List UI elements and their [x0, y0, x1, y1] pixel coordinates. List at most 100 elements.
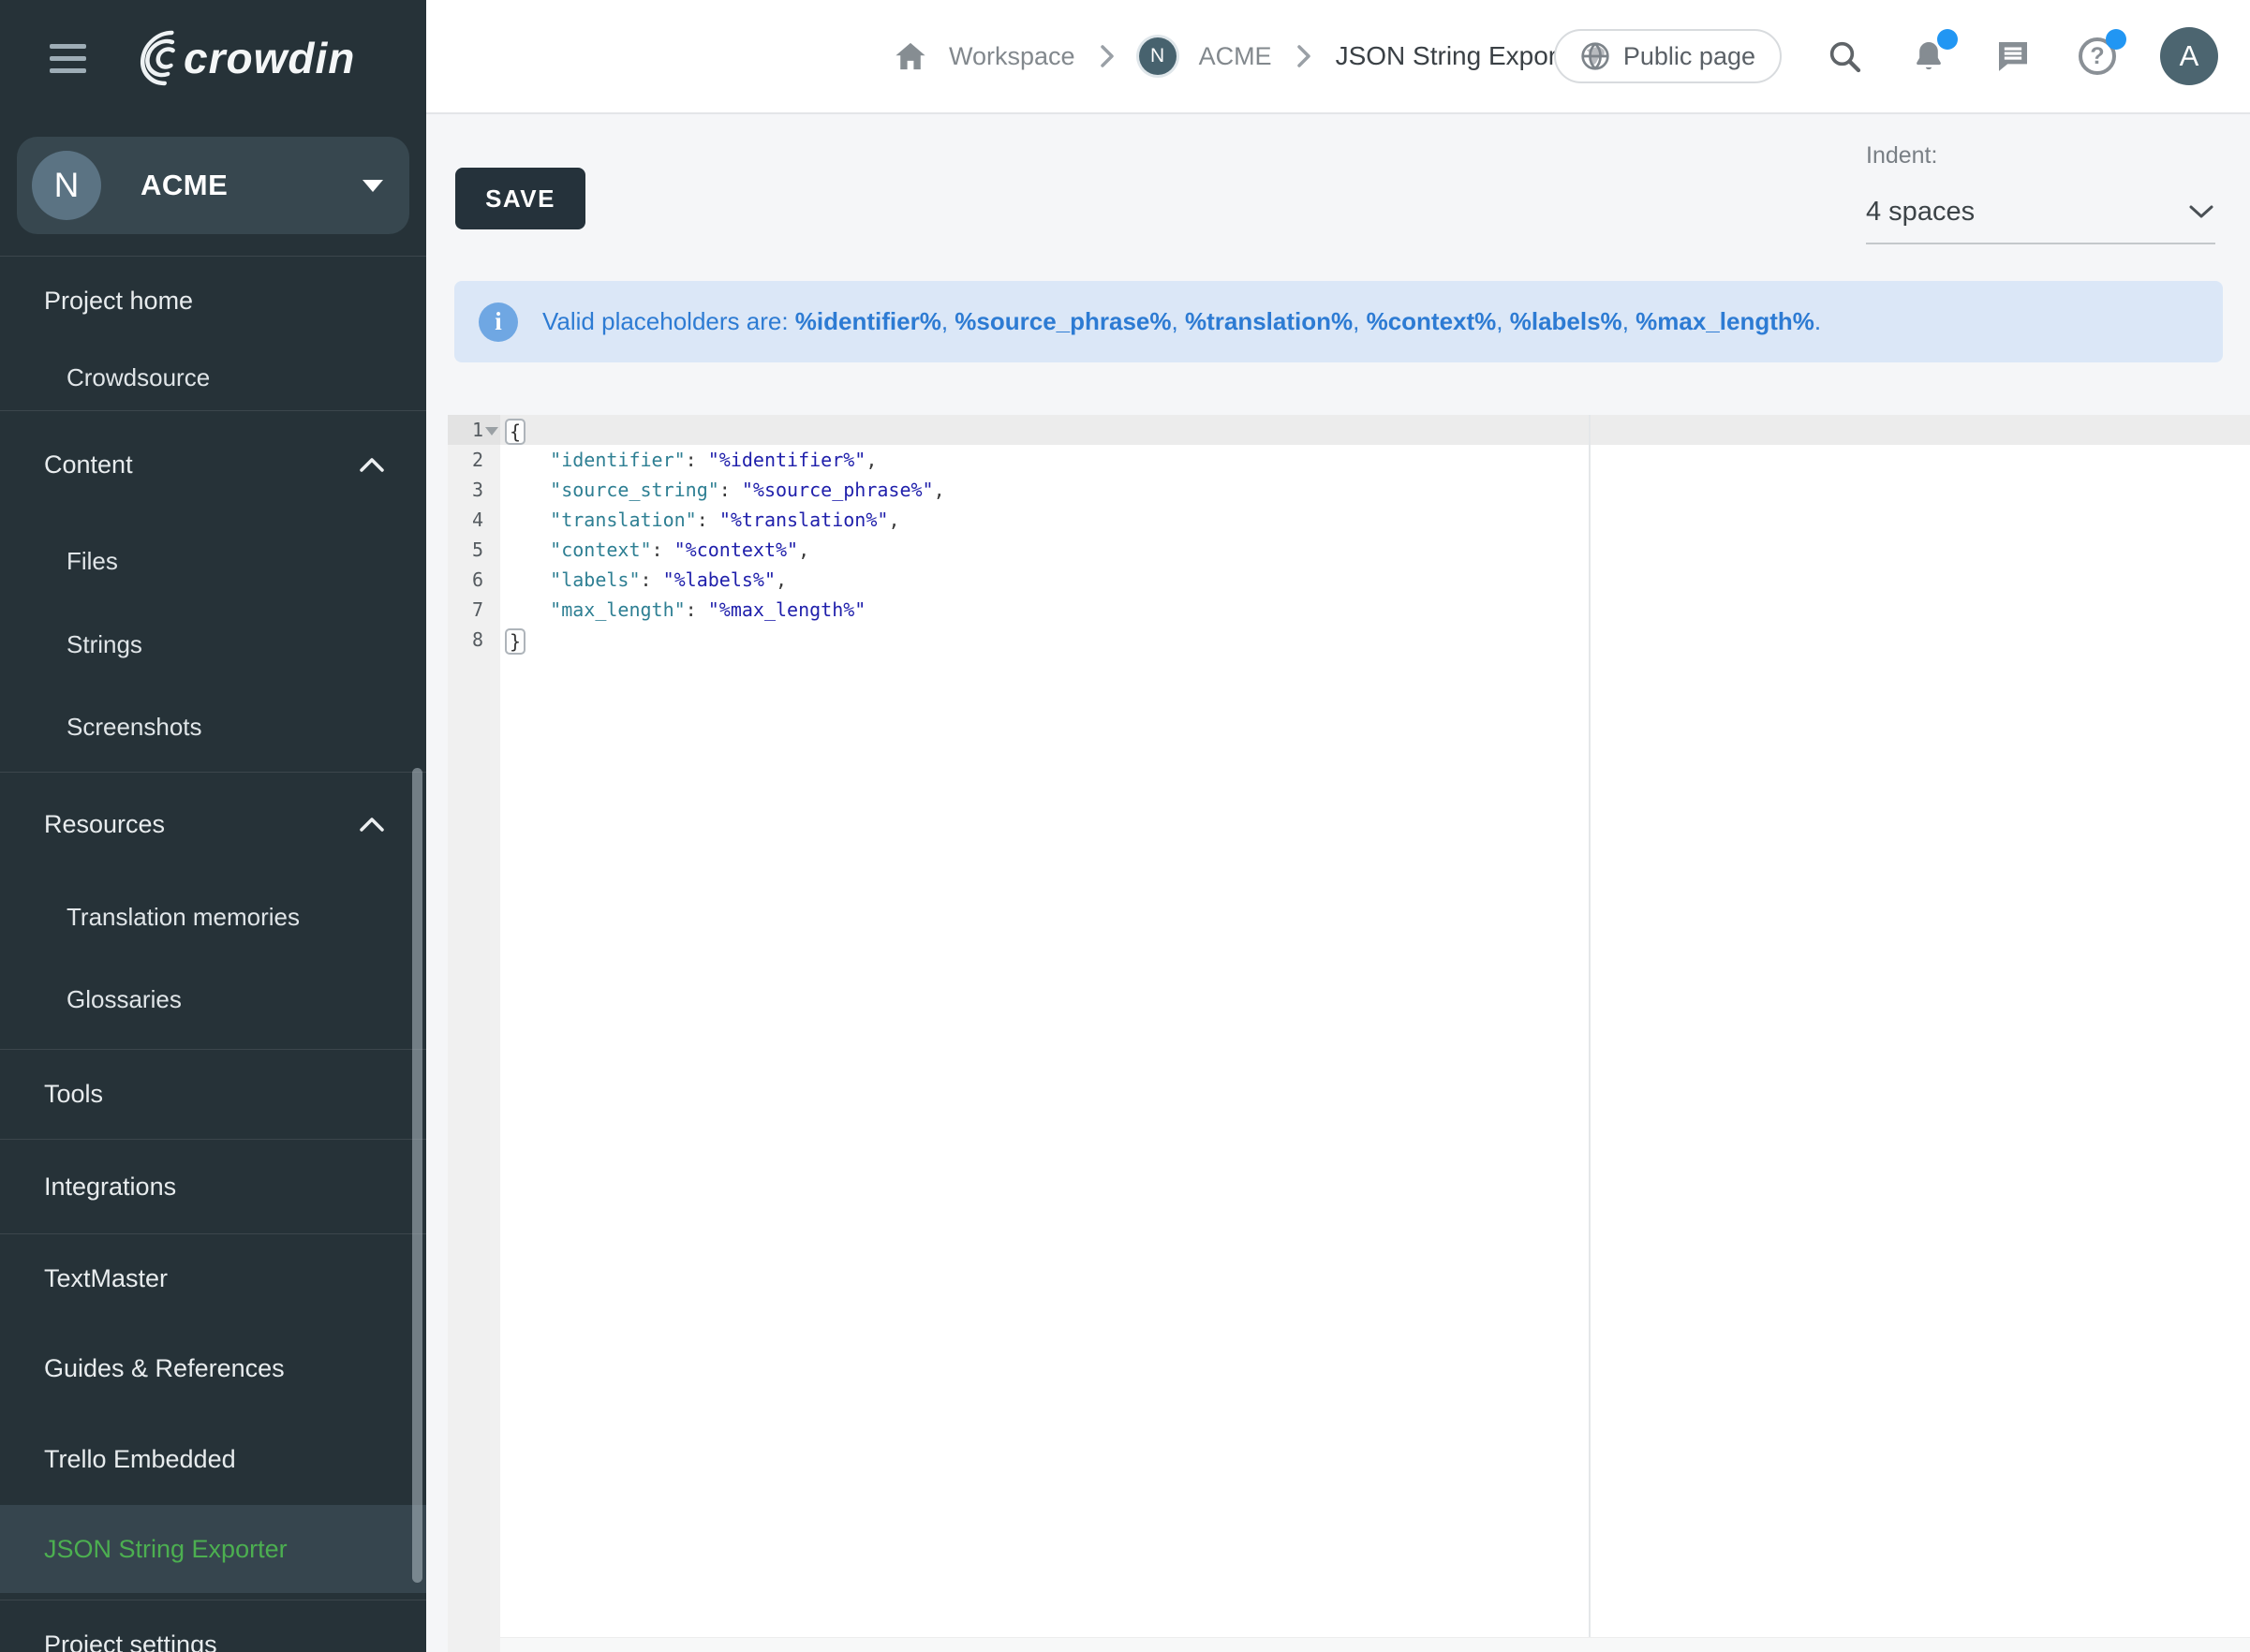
sidebar-item-project-home[interactable]: Project home — [0, 257, 426, 345]
crowdin-logo[interactable]: crowdin — [122, 28, 373, 88]
sidebar-item-trello-embedded[interactable]: Trello Embedded — [0, 1414, 426, 1505]
sidebar-item-json-string-exporter[interactable]: JSON String Exporter — [0, 1505, 426, 1593]
placeholder-token: %context% — [1367, 307, 1497, 335]
info-banner: i Valid placeholders are: %identifier%, … — [454, 281, 2223, 362]
code-token-punct: : — [686, 449, 708, 471]
home-icon[interactable] — [895, 41, 926, 71]
code-token-punct — [505, 479, 550, 501]
code-token-punct: : — [641, 568, 663, 591]
menu-icon[interactable] — [50, 44, 86, 73]
code-editor[interactable]: 12345678 { "identifier": "%identifier%",… — [448, 415, 2250, 1652]
code-line[interactable]: "identifier": "%identifier%", — [500, 445, 2250, 475]
sidebar-section-label: Content — [44, 450, 133, 479]
gutter-line-number: 4 — [448, 505, 500, 535]
globe-icon — [1580, 41, 1610, 71]
sidebar-item-glossaries[interactable]: Glossaries — [0, 958, 426, 1040]
sidebar-item-strings[interactable]: Strings — [0, 603, 426, 686]
project-avatar: N — [32, 151, 101, 220]
placeholder-token: %max_length% — [1636, 307, 1814, 335]
sidebar-scrollbar-thumb[interactable] — [412, 768, 422, 1583]
sidebar-section-content[interactable]: Content — [0, 411, 426, 519]
indent-label: Indent: — [1866, 142, 2215, 170]
code-token-key: "identifier" — [550, 449, 686, 471]
messages-icon[interactable] — [1991, 35, 2035, 78]
banner-placeholders: %identifier%, %source_phrase%, %translat… — [795, 307, 1821, 335]
code-token-punct — [505, 598, 550, 621]
caret-down-icon — [363, 180, 383, 192]
fold-triangle-icon[interactable] — [485, 427, 498, 435]
code-token-value: "%max_length%" — [708, 598, 866, 621]
sidebar-item-crowdsource[interactable]: Crowdsource — [0, 345, 426, 410]
indent-value: 4 spaces — [1866, 197, 1975, 228]
info-icon: i — [479, 302, 518, 342]
code-token-punct: , — [934, 479, 945, 501]
code-token-punct: : — [697, 509, 719, 531]
notification-badge-dot — [1937, 29, 1958, 50]
sidebar-item-translation-memories[interactable]: Translation memories — [0, 876, 426, 958]
code-token-value: "%labels%" — [663, 568, 776, 591]
brand-wordmark: crowdin — [184, 34, 355, 82]
public-page-label: Public page — [1623, 42, 1755, 71]
breadcrumb-workspace[interactable]: Workspace — [949, 42, 1075, 71]
sidebar-item-project-settings[interactable]: Project settings — [0, 1600, 426, 1652]
main-content: SAVE Indent: 4 spaces i Valid placeholde… — [426, 114, 2250, 1652]
project-badge[interactable]: N — [1139, 37, 1177, 75]
code-token-key: "max_length" — [550, 598, 686, 621]
editor-code-area[interactable]: { "identifier": "%identifier%", "source_… — [500, 415, 2250, 1652]
brand-block: crowdin — [0, 0, 426, 116]
code-token-value: "%translation%" — [719, 509, 889, 531]
sidebar-item-tools[interactable]: Tools — [0, 1050, 426, 1139]
help-icon[interactable]: ? — [2076, 35, 2119, 78]
code-token-punct — [505, 568, 550, 591]
placeholder-token: %labels% — [1510, 307, 1622, 335]
code-token-value: "%context%" — [674, 538, 798, 561]
code-token-brace: } — [505, 628, 525, 655]
code-token-key: "context" — [550, 538, 651, 561]
sidebar-section-resources[interactable]: Resources — [0, 773, 426, 876]
gutter-line-number: 8 — [448, 625, 500, 655]
code-token-punct: , — [888, 509, 899, 531]
chevron-up-icon — [359, 457, 385, 473]
code-line[interactable]: "context": "%context%", — [500, 535, 2250, 565]
user-avatar[interactable]: A — [2160, 27, 2218, 85]
code-token-punct: , — [776, 568, 787, 591]
placeholder-token: %source_phrase% — [955, 307, 1171, 335]
code-line[interactable]: "source_string": "%source_phrase%", — [500, 475, 2250, 505]
code-line[interactable]: { — [500, 415, 2250, 445]
code-token-key: "translation" — [550, 509, 697, 531]
gutter-line-number: 3 — [448, 475, 500, 505]
topbar: Workspace N ACME JSON String Exporter Pu… — [426, 0, 2250, 114]
notifications-bell-icon[interactable] — [1907, 35, 1950, 78]
code-token-punct: : — [686, 598, 708, 621]
code-token-brace: { — [505, 419, 525, 445]
breadcrumb-project[interactable]: ACME — [1199, 42, 1272, 71]
project-selector[interactable]: N ACME — [17, 137, 409, 234]
editor-horizontal-scrollbar[interactable] — [500, 1637, 2250, 1652]
sidebar-item-screenshots[interactable]: Screenshots — [0, 686, 426, 768]
chevron-down-icon — [2187, 203, 2215, 220]
breadcrumb: Workspace N ACME JSON String Exporter — [895, 0, 1588, 112]
crowdin-swirl-icon: crowdin — [122, 28, 373, 88]
code-token-value: "%identifier%" — [708, 449, 866, 471]
placeholder-token: %translation% — [1185, 307, 1353, 335]
chevron-right-icon — [1098, 42, 1117, 70]
code-line[interactable]: "max_length": "%max_length%" — [500, 595, 2250, 625]
code-token-punct — [505, 509, 550, 531]
code-line[interactable]: } — [500, 625, 2250, 655]
gutter-line-number: 5 — [448, 535, 500, 565]
gutter-line-number: 2 — [448, 445, 500, 475]
sidebar-item-textmaster[interactable]: TextMaster — [0, 1234, 426, 1323]
chevron-up-icon — [359, 817, 385, 833]
crowdin-app: crowdin Workspace N ACME JSON String Exp… — [0, 0, 2250, 1652]
public-page-button[interactable]: Public page — [1554, 29, 1782, 83]
search-icon[interactable] — [1823, 35, 1866, 78]
indent-select[interactable]: 4 spaces — [1866, 181, 2215, 244]
code-line[interactable]: "translation": "%translation%", — [500, 505, 2250, 535]
gutter-line-number[interactable]: 1 — [448, 415, 500, 445]
banner-text: Valid placeholders are: %identifier%, %s… — [542, 307, 1821, 336]
sidebar-item-integrations[interactable]: Integrations — [0, 1140, 426, 1233]
sidebar-item-guides-references[interactable]: Guides & References — [0, 1323, 426, 1414]
sidebar-item-files[interactable]: Files — [0, 519, 426, 603]
save-button[interactable]: SAVE — [455, 168, 585, 229]
code-line[interactable]: "labels": "%labels%", — [500, 565, 2250, 595]
